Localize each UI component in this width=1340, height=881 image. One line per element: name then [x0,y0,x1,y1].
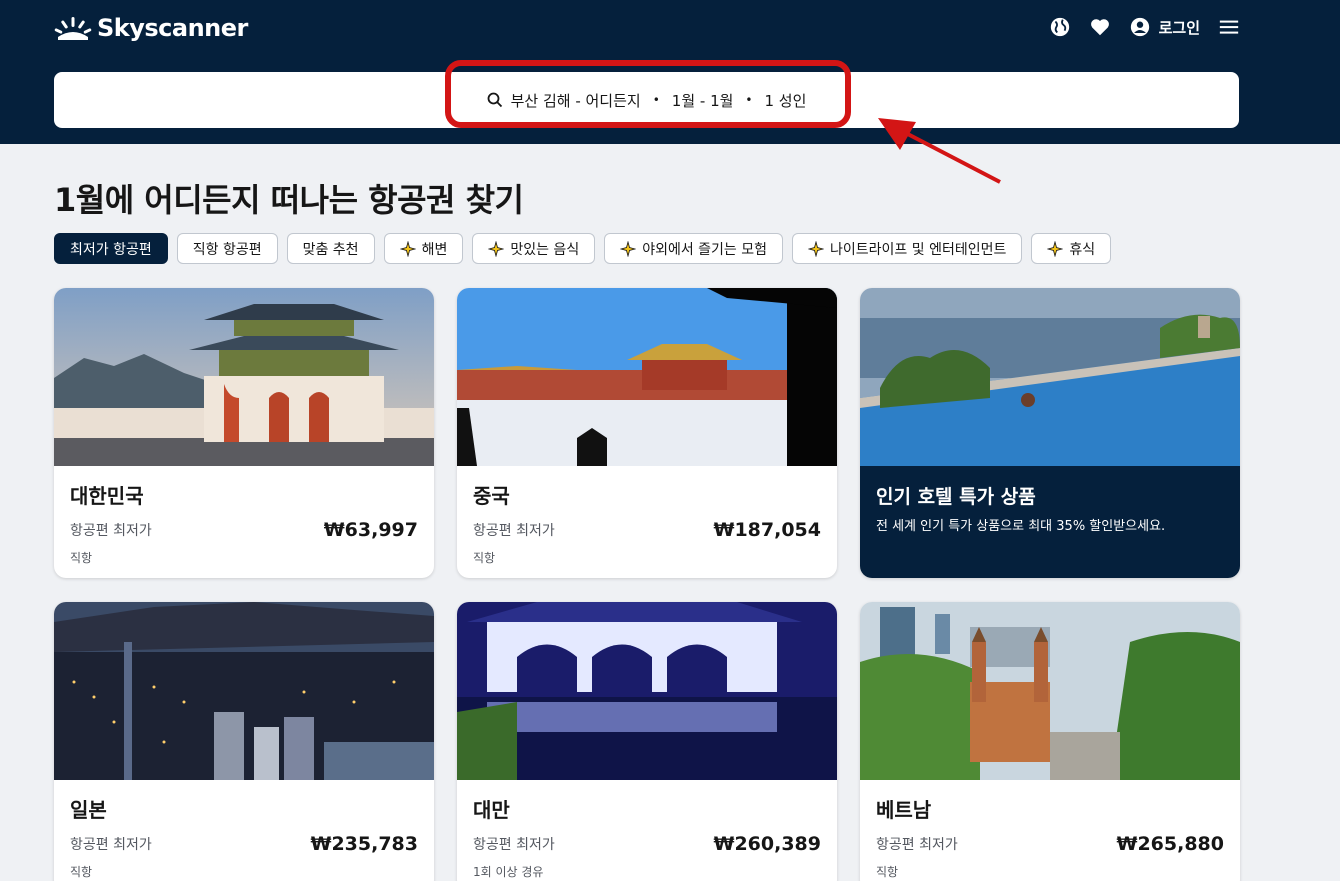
chip-direct[interactable]: 직항 항공편 [176,233,278,264]
separator-dot: • [652,93,660,107]
menu-icon[interactable] [1218,16,1240,38]
card-image [457,602,837,780]
chip-relax[interactable]: 휴식 [1031,233,1112,264]
chip-beach[interactable]: 해변 [383,233,464,264]
card-country: 대한민국 [70,484,144,508]
account-icon [1130,17,1149,37]
chip-label: 맞춤 추천 [302,241,359,258]
card-price: ₩63,997 [323,519,418,541]
chip-outdoor[interactable]: 야외에서 즐기는 모험 [604,233,784,264]
promo-subtitle: 전 세계 인기 특가 상품으로 최대 35% 할인받으세요. [876,519,1166,534]
card-flight-type: 직항 [473,551,496,565]
card-price-label: 항공편 최저가 [70,837,152,853]
card-price: ₩265,880 [1116,833,1225,855]
login-button[interactable]: 로그인 [1129,16,1200,38]
chip-label: 해변 [421,241,448,258]
hotel-promo-card[interactable]: 인기 호텔 특가 상품 전 세계 인기 특가 상품으로 최대 35% 할인받으세… [860,288,1240,578]
card-image [860,288,1240,466]
login-label: 로그인 [1158,18,1200,37]
chip-label: 맛있는 음식 [510,241,580,258]
sparkle-icon [620,240,637,257]
globe-icon[interactable] [1049,16,1071,38]
chip-cheapest[interactable]: 최저가 항공편 [54,233,168,264]
destination-card-vietnam[interactable]: 베트남 항공편 최저가 ₩265,880 직항 [860,602,1240,881]
chip-label: 직항 항공편 [192,241,262,258]
logo-text: Skyscanner [97,14,248,42]
chip-label: 최저가 항공편 [70,241,152,258]
sparkle-icon [399,240,416,257]
search-summary-bar[interactable]: 부산 김해 - 어디든지 • 1월 - 1월 • 1 성인 [54,72,1239,128]
card-price: ₩187,054 [713,519,822,541]
promo-title: 인기 호텔 특가 상품 [876,486,1036,508]
search-dates: 1월 - 1월 [671,91,734,110]
card-flight-type: 직항 [70,551,93,565]
card-image [54,288,434,466]
search-icon [487,92,502,108]
skyscanner-logo[interactable]: Skyscanner [54,14,248,42]
sparkle-icon [808,240,825,257]
search-travelers: 1 성인 [764,91,807,110]
sparkle-icon [488,240,505,257]
card-image [54,602,434,780]
chip-label: 나이트라이프 및 엔터테인먼트 [830,241,1007,258]
card-image [457,288,837,466]
card-country: 중국 [473,484,510,508]
destination-card-china[interactable]: 중국 항공편 최저가 ₩187,054 직항 [457,288,837,578]
card-price: ₩235,783 [310,833,419,855]
card-price-label: 항공편 최저가 [70,523,152,539]
card-price-label: 항공편 최저가 [473,523,555,539]
sparkle-icon [1047,240,1064,257]
separator-dot: • [745,93,753,107]
destination-card-korea[interactable]: 대한민국 항공편 최저가 ₩63,997 직항 [54,288,434,578]
chip-food[interactable]: 맛있는 음식 [472,233,596,264]
chip-label: 야외에서 즐기는 모험 [642,241,768,258]
card-country: 베트남 [876,798,932,822]
site-header: Skyscanner 로그인 부산 김해 - 어디든지 • 1월 - 1월 • … [0,0,1340,144]
card-image [860,602,1240,780]
card-price-label: 항공편 최저가 [473,837,555,853]
header-actions: 로그인 [1049,16,1240,38]
card-flight-type: 직항 [876,865,899,879]
card-country: 대만 [473,798,510,822]
skyscanner-logo-icon [54,17,92,40]
search-route: 부산 김해 - 어디든지 [510,91,641,110]
card-price: ₩260,389 [713,833,822,855]
chip-recommended[interactable]: 맞춤 추천 [286,233,375,264]
destination-card-taiwan[interactable]: 대만 항공편 최저가 ₩260,389 1회 이상 경유 [457,602,837,881]
card-flight-type: 1회 이상 경유 [473,865,544,879]
chip-label: 휴식 [1069,241,1096,258]
card-country: 일본 [70,798,107,822]
filter-chips: 최저가 항공편 직항 항공편 맞춤 추천 해변 맛있는 음식 야외에서 즐기는 … [54,233,1112,264]
destination-card-japan[interactable]: 일본 항공편 최저가 ₩235,783 직항 [54,602,434,881]
card-flight-type: 직항 [70,865,93,879]
heart-icon[interactable] [1089,16,1111,38]
card-price-label: 항공편 최저가 [876,837,958,853]
chip-nightlife[interactable]: 나이트라이프 및 엔터테인먼트 [792,233,1023,264]
page-title: 1월에 어디든지 떠나는 항공권 찾기 [54,181,524,219]
